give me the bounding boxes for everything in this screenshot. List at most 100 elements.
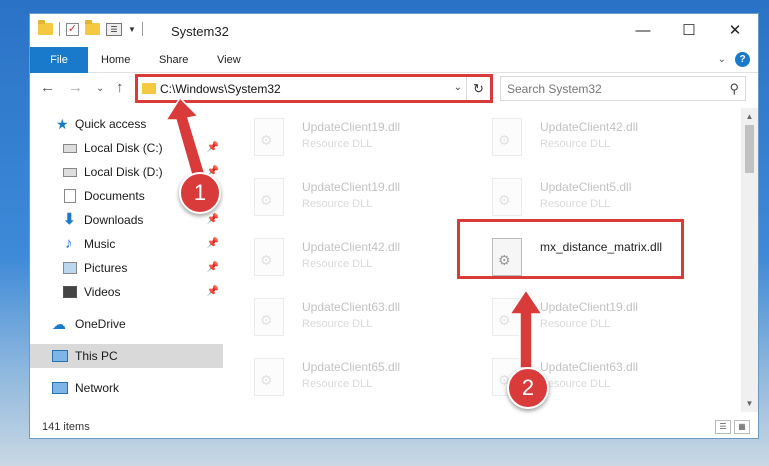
file-item[interactable]: UpdateClient5.dll Resource DLL — [468, 172, 698, 224]
file-item[interactable]: UpdateClient19.dll Resource DLL — [468, 292, 698, 344]
search-box[interactable]: ⚲ — [500, 76, 746, 101]
scroll-thumb[interactable] — [745, 125, 754, 173]
documents-icon — [64, 189, 76, 203]
up-button[interactable]: ↑ — [116, 79, 124, 96]
nav-item-label: Local Disk (C:) — [84, 141, 163, 155]
music-icon: ♪ — [65, 235, 73, 252]
folder-icon — [38, 20, 53, 35]
forward-button[interactable]: → — [68, 79, 83, 96]
quick-access-toolbar: ✓ ☰ ▼ — [38, 20, 143, 36]
computer-icon — [52, 350, 68, 362]
back-button[interactable]: ← — [40, 79, 55, 96]
drive-icon — [63, 144, 77, 153]
file-type: Resource DLL — [540, 138, 611, 150]
tab-view[interactable]: View — [217, 47, 241, 73]
file-name: UpdateClient19.dll — [540, 300, 639, 314]
file-type: Resource DLL — [302, 258, 373, 270]
file-name: UpdateClient63.dll — [540, 360, 639, 374]
dll-file-icon — [254, 118, 284, 156]
item-count: 141 items — [42, 421, 90, 433]
drive-icon — [63, 168, 77, 177]
file-item[interactable]: UpdateClient65.dll Resource DLL — [230, 352, 460, 404]
tab-home[interactable]: Home — [101, 47, 130, 73]
address-row: ← → ⌄ ↑ C:\Windows\System32 ⌄ ↻ ⚲ — [30, 74, 758, 104]
customize-toolbar-icon[interactable]: ☰ — [106, 22, 122, 36]
search-input[interactable] — [507, 78, 717, 99]
title-bar: ✓ ☰ ▼ System32 — ☐ ✕ — [30, 14, 758, 47]
pin-icon[interactable]: 📌 — [207, 256, 219, 280]
file-item[interactable]: UpdateClient19.dll Resource DLL — [230, 112, 460, 164]
chevron-down-icon[interactable]: ▼ — [128, 25, 136, 34]
ribbon: File Home Share View ⌄ ? — [30, 47, 758, 73]
new-folder-icon[interactable] — [85, 20, 100, 35]
dll-file-icon — [492, 118, 522, 156]
dll-file-icon — [492, 178, 522, 216]
help-icon[interactable]: ? — [735, 52, 750, 67]
maximize-button[interactable]: ☐ — [666, 14, 712, 47]
file-type: Resource DLL — [302, 138, 373, 150]
file-item[interactable]: UpdateClient42.dll Resource DLL — [230, 232, 460, 284]
nav-item-label: Downloads — [84, 213, 144, 227]
pin-icon[interactable]: 📌 — [207, 280, 219, 304]
window-controls: — ☐ ✕ — [620, 14, 758, 47]
download-icon: ⬇ — [63, 211, 76, 228]
vertical-scrollbar[interactable]: ▲ ▼ — [741, 108, 758, 412]
nav-item-label: OneDrive — [75, 317, 126, 331]
nav-item-label: This PC — [75, 349, 118, 363]
file-item[interactable]: UpdateClient63.dll Resource DLL — [230, 292, 460, 344]
file-type: Resource DLL — [302, 378, 373, 390]
file-type: Resource DLL — [540, 198, 611, 210]
file-item[interactable]: UpdateClient63.dll Resource DLL — [468, 352, 698, 404]
file-name: UpdateClient65.dll — [302, 360, 401, 374]
minimize-button[interactable]: — — [620, 14, 666, 47]
status-bar: 141 items ☰ ▦ — [30, 415, 758, 438]
dll-file-icon — [254, 298, 284, 336]
toolbar-divider — [141, 22, 143, 36]
pictures-icon — [63, 262, 77, 274]
tab-file[interactable]: File — [30, 47, 88, 73]
arrow-2-icon — [508, 290, 544, 369]
window-title: System32 — [171, 24, 229, 39]
file-type: Resource DLL — [540, 378, 611, 390]
close-button[interactable]: ✕ — [712, 14, 758, 47]
nav-item-music[interactable]: ♪ Music 📌 — [30, 232, 223, 256]
file-type: Resource DLL — [302, 318, 373, 330]
file-name: UpdateClient19.dll — [302, 120, 401, 134]
nav-item-videos[interactable]: Videos 📌 — [30, 280, 223, 304]
file-name: UpdateClient19.dll — [302, 180, 401, 194]
file-type: Resource DLL — [302, 198, 373, 210]
scroll-down-arrow-icon[interactable]: ▼ — [741, 395, 758, 412]
search-icon[interactable]: ⚲ — [729, 81, 739, 97]
callout-2-badge: 2 — [507, 367, 549, 409]
recent-locations-button[interactable]: ⌄ — [96, 83, 104, 94]
large-icons-view-icon[interactable]: ▦ — [734, 420, 750, 434]
network-icon — [52, 382, 68, 394]
file-name: UpdateClient63.dll — [302, 300, 401, 314]
expand-ribbon-icon[interactable]: ⌄ — [718, 54, 726, 65]
nav-item-label: Music — [84, 237, 116, 251]
nav-item-label: Documents — [84, 189, 145, 203]
dll-file-icon — [254, 238, 284, 276]
properties-check-icon[interactable]: ✓ — [66, 22, 79, 36]
nav-item-pictures[interactable]: Pictures 📌 — [30, 256, 223, 280]
pin-icon[interactable]: 📌 — [207, 232, 219, 256]
videos-icon — [63, 286, 77, 298]
nav-item-label: Videos — [84, 285, 121, 299]
tab-share[interactable]: Share — [159, 47, 188, 73]
file-item[interactable]: UpdateClient19.dll Resource DLL — [230, 172, 460, 224]
toolbar-divider — [59, 22, 60, 36]
scroll-up-arrow-icon[interactable]: ▲ — [741, 108, 758, 125]
nav-item-label: Local Disk (D:) — [84, 165, 163, 179]
file-name: UpdateClient5.dll — [540, 180, 632, 194]
nav-item-label: Quick access — [75, 117, 147, 131]
nav-item-onedrive[interactable]: ☁ OneDrive — [30, 312, 223, 336]
nav-item-this-pc[interactable]: This PC — [30, 344, 223, 368]
details-view-icon[interactable]: ☰ — [715, 420, 731, 434]
file-item[interactable]: UpdateClient42.dll Resource DLL — [468, 112, 698, 164]
nav-item-network[interactable]: Network — [30, 376, 223, 400]
nav-item-label: Pictures — [84, 261, 128, 275]
dll-file-icon — [254, 358, 284, 396]
nav-item-label: Network — [75, 381, 120, 395]
cloud-icon: ☁ — [52, 316, 66, 332]
file-highlight-box — [457, 219, 684, 279]
